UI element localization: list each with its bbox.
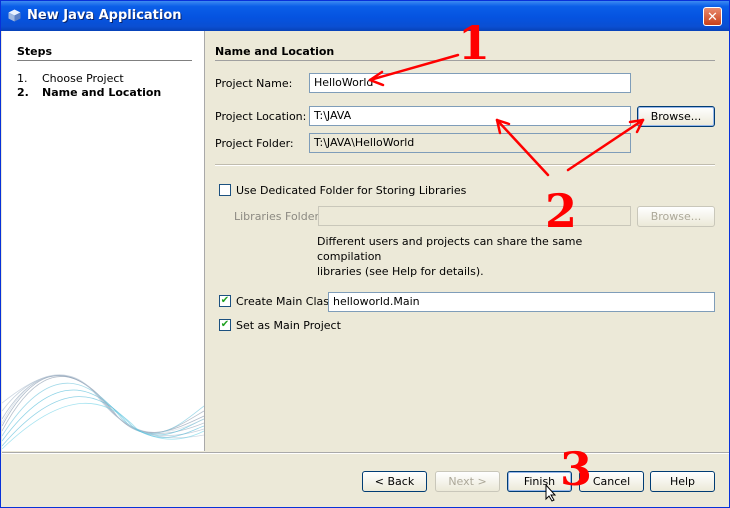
annotation-number-1: 1 [458, 16, 491, 70]
mouse-cursor-icon [545, 484, 557, 502]
annotation-number-2: 2 [545, 184, 578, 238]
annotation-number-3: 3 [560, 442, 593, 496]
annotation-arrows [368, 53, 645, 177]
